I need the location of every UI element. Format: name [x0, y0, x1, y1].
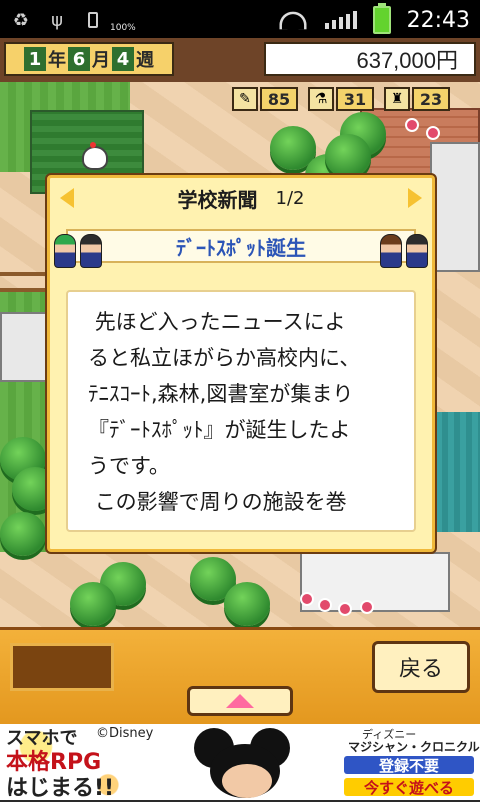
student-sprite: [80, 234, 102, 268]
battery-icon: [82, 9, 104, 31]
ad-copyright: ©Disney: [96, 726, 154, 741]
usb-icon: ψ: [51, 9, 63, 31]
trophy-icon: ♜: [384, 87, 410, 111]
stat-study-value: 85: [260, 87, 298, 111]
arrow-up-icon: [226, 694, 254, 708]
news-headline: ﾃﾞｰﾄｽﾎﾟｯﾄ誕生: [66, 229, 416, 263]
status-bar: ♻ ψ 100% 22:43: [0, 0, 480, 38]
ad-banner[interactable]: スマホで ©Disney 本格RPG はじまる!! ディズニー マジシャン・クロ…: [0, 724, 480, 801]
expand-up-button[interactable]: [187, 686, 293, 716]
stat-trophy-value: 23: [412, 87, 450, 111]
week-number: 4: [112, 47, 134, 71]
pencil-icon: ✎: [232, 87, 258, 111]
characters-right: [380, 234, 428, 268]
battery-percent: 100%: [110, 23, 136, 33]
empty-slot: [10, 643, 114, 691]
money-display: 637,000円: [264, 42, 476, 76]
bottom-control-bar: 戻る: [0, 627, 480, 727]
ad-right-cta1[interactable]: 登録不要: [344, 756, 474, 775]
recycle-icon: ♻: [12, 9, 30, 31]
stat-research-value: 31: [336, 87, 374, 111]
ad-right-cta2[interactable]: 今すぐ遊べる: [344, 778, 474, 797]
mickey-icon: [176, 726, 326, 798]
wifi-icon: [278, 11, 307, 29]
next-page-arrow-icon[interactable]: [408, 188, 422, 208]
top-hud: 1 年 6 月 4 週 637,000円: [0, 38, 480, 82]
year-number: 1: [24, 47, 46, 71]
ad-right: ディズニー マジシャン・クロニクル 登録不要 今すぐ遊べる: [340, 724, 480, 800]
stats-bar: ✎ 85 ⚗ 31 ♜ 23: [232, 87, 450, 111]
ad-right-line2: マジシャン・クロニクル: [348, 740, 480, 754]
flask-icon: ⚗: [308, 87, 334, 111]
characters-left: [54, 234, 102, 268]
battery-full-icon: [372, 3, 391, 34]
back-button[interactable]: 戻る: [372, 641, 470, 693]
date-display: 1 年 6 月 4 週: [4, 42, 174, 76]
news-body: 先ほど入ったニュースによ ると私立ほがらか高校内に、 ﾃﾆｽｺｰﾄ,森林,図書室…: [66, 290, 416, 532]
month-number: 6: [68, 47, 90, 71]
prev-page-arrow-icon[interactable]: [60, 188, 74, 208]
clock-time: 22:43: [406, 7, 470, 33]
student-sprite: [380, 234, 402, 268]
signal-icon: [324, 11, 357, 29]
dialog-title: 学校新聞: [177, 187, 258, 212]
dialog-header: 学校新聞 1/2: [50, 178, 432, 218]
school-newspaper-dialog: 学校新聞 1/2 ﾃﾞｰﾄｽﾎﾟｯﾄ誕生 先ほど入ったニュースによ ると私立ほが…: [47, 175, 435, 552]
ad-text-line3: はじまる!!: [6, 776, 115, 801]
ad-left: スマホで ©Disney 本格RPG はじまる!!: [0, 724, 180, 801]
stat-trophy: ♜ 23: [384, 87, 450, 111]
student-sprite: [406, 234, 428, 268]
year-kanji: 年: [48, 50, 66, 71]
news-body-text: 先ほど入ったニュースによ ると私立ほがらか高校内に、 ﾃﾆｽｺｰﾄ,森林,図書室…: [88, 310, 361, 514]
month-kanji: 月: [92, 50, 110, 71]
stat-study: ✎ 85: [232, 87, 298, 111]
stat-research: ⚗ 31: [308, 87, 374, 111]
week-kanji: 週: [136, 50, 154, 71]
student-sprite: [54, 234, 76, 268]
dialog-page-indicator: 1/2: [275, 187, 305, 209]
chicken-sprite: [82, 142, 108, 170]
